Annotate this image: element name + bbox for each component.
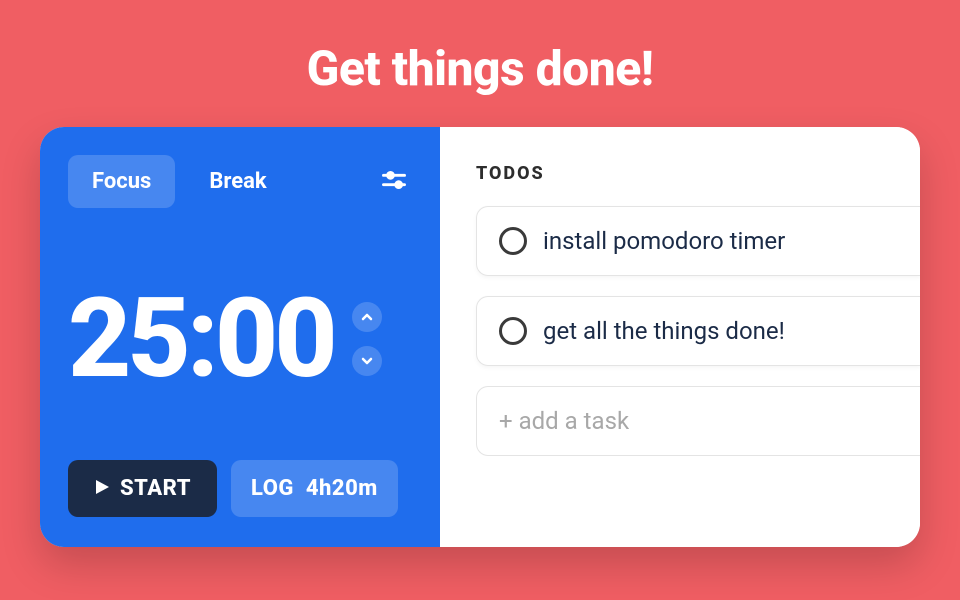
circle-icon[interactable] — [499, 227, 527, 255]
todo-text: get all the things done! — [543, 317, 785, 345]
page-title: Get things done! — [0, 0, 960, 127]
time-stepper — [352, 302, 382, 376]
sliders-icon — [380, 166, 408, 198]
tabs-row: Focus Break — [68, 155, 412, 208]
chevron-up-icon — [361, 308, 373, 327]
play-icon — [94, 476, 110, 501]
log-button[interactable]: LOG 4h20m — [231, 460, 398, 517]
todo-text: install pomodoro timer — [543, 227, 785, 255]
time-increase-button[interactable] — [352, 302, 382, 332]
todos-title: TODOS — [476, 163, 920, 184]
tab-focus[interactable]: Focus — [68, 155, 175, 208]
controls-row: START LOG 4h20m — [68, 460, 412, 517]
todo-item[interactable]: install pomodoro timer — [476, 206, 920, 276]
time-decrease-button[interactable] — [352, 346, 382, 376]
app-card: Focus Break 25:00 — [40, 127, 920, 547]
tab-break[interactable]: Break — [185, 155, 290, 208]
timer-panel: Focus Break 25:00 — [40, 127, 440, 547]
start-button[interactable]: START — [68, 460, 217, 517]
time-display: 25:00 — [68, 284, 334, 394]
add-task-input[interactable]: + add a task — [476, 386, 920, 456]
todo-item[interactable]: get all the things done! — [476, 296, 920, 366]
log-value: 4h20m — [306, 476, 378, 501]
start-label: START — [120, 476, 191, 501]
time-row: 25:00 — [68, 218, 412, 460]
chevron-down-icon — [361, 352, 373, 371]
add-task-placeholder: + add a task — [499, 407, 629, 435]
log-label: LOG — [251, 476, 294, 501]
circle-icon[interactable] — [499, 317, 527, 345]
todos-panel: TODOS install pomodoro timer get all the… — [440, 127, 920, 547]
settings-button[interactable] — [376, 164, 412, 200]
